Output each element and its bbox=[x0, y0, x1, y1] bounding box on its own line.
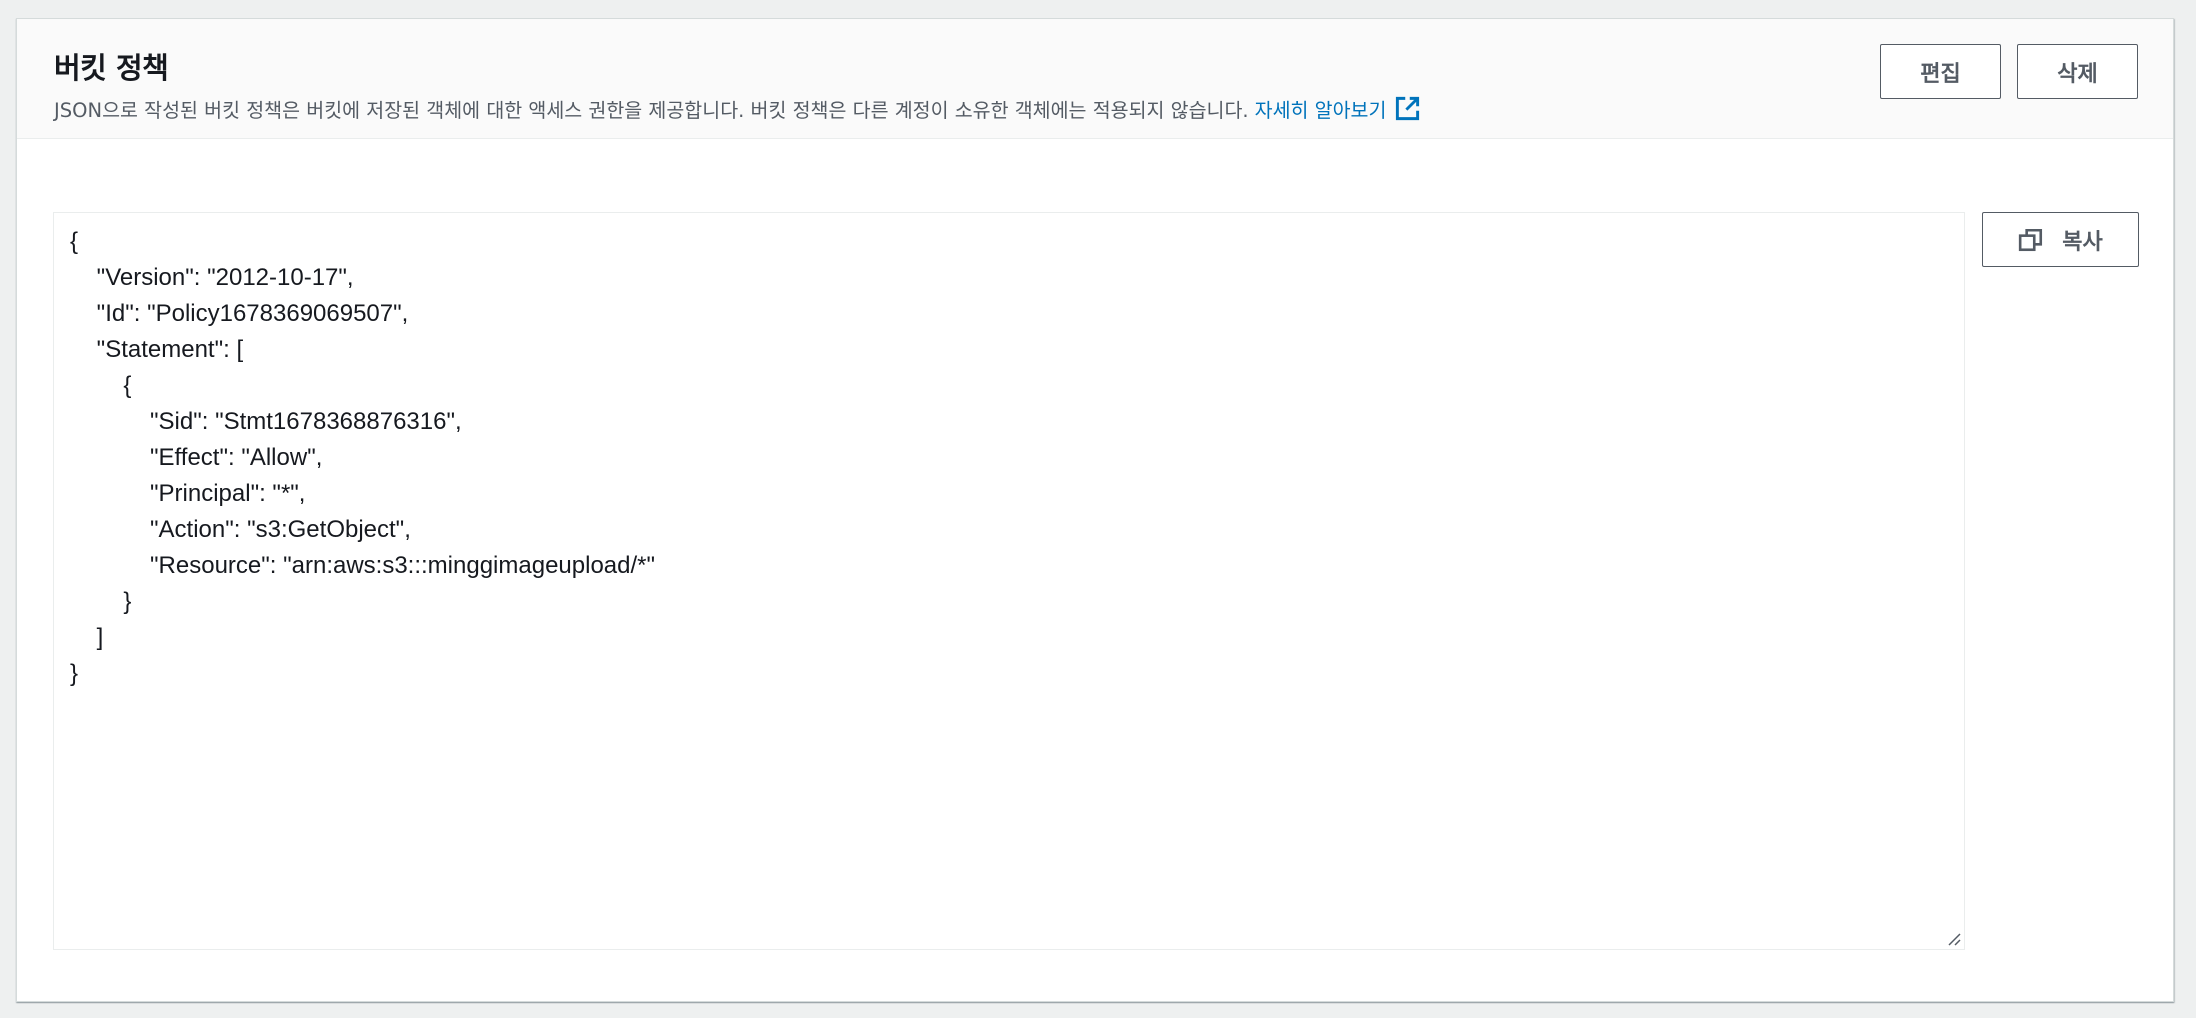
policy-code-line: "Resource": "arn:aws:s3:::minggimageuplo… bbox=[70, 552, 656, 579]
copy-button-label: 복사 bbox=[2062, 229, 2103, 255]
copy-icon bbox=[2019, 228, 2043, 251]
panel-header: 버킷 정책 JSON으로 작성된 버킷 정책은 버킷에 저장된 객체에 대한 액… bbox=[17, 19, 2173, 139]
resize-handle-icon[interactable] bbox=[1945, 930, 1961, 946]
external-link-icon bbox=[1396, 96, 1420, 121]
bucket-policy-panel: 버킷 정책 JSON으로 작성된 버킷 정책은 버킷에 저장된 객체에 대한 액… bbox=[16, 18, 2174, 1002]
panel-description: JSON으로 작성된 버킷 정책은 버킷에 저장된 객체에 대한 액세스 권한을… bbox=[54, 94, 1421, 123]
policy-code-line: ] bbox=[70, 624, 104, 651]
edit-button[interactable]: 편집 bbox=[1880, 44, 2001, 99]
learn-more-link[interactable]: 자세히 알아보기 bbox=[1255, 94, 1422, 123]
learn-more-label: 자세히 알아보기 bbox=[1254, 99, 1387, 122]
policy-code-line: "Effect": "Allow", bbox=[70, 444, 323, 471]
policy-json-code: { "Version": "2012-10-17", "Id": "Policy… bbox=[70, 224, 655, 692]
panel-title: 버킷 정책 bbox=[54, 51, 169, 85]
policy-code-line: "Sid": "Stmt1678368876316", bbox=[70, 408, 462, 435]
policy-code-line: { bbox=[70, 228, 79, 255]
policy-code-line: "Action": "s3:GetObject", bbox=[70, 516, 411, 543]
policy-code-line: } bbox=[70, 588, 132, 615]
policy-code-line: "Principal": "*", bbox=[70, 480, 306, 507]
policy-code-line: "Id": "Policy1678369069507", bbox=[70, 300, 409, 327]
copy-button[interactable]: 복사 bbox=[1982, 212, 2139, 267]
policy-code-line: "Statement": [ bbox=[70, 336, 244, 363]
delete-button[interactable]: 삭제 bbox=[2017, 44, 2138, 99]
policy-code-line: { bbox=[70, 372, 132, 399]
panel-description-text: JSON으로 작성된 버킷 정책은 버킷에 저장된 객체에 대한 액세스 권한을… bbox=[54, 99, 1249, 122]
policy-code-line: } bbox=[70, 660, 79, 687]
policy-json-editor[interactable]: { "Version": "2012-10-17", "Id": "Policy… bbox=[53, 212, 1965, 950]
policy-code-line: "Version": "2012-10-17", bbox=[70, 264, 354, 291]
